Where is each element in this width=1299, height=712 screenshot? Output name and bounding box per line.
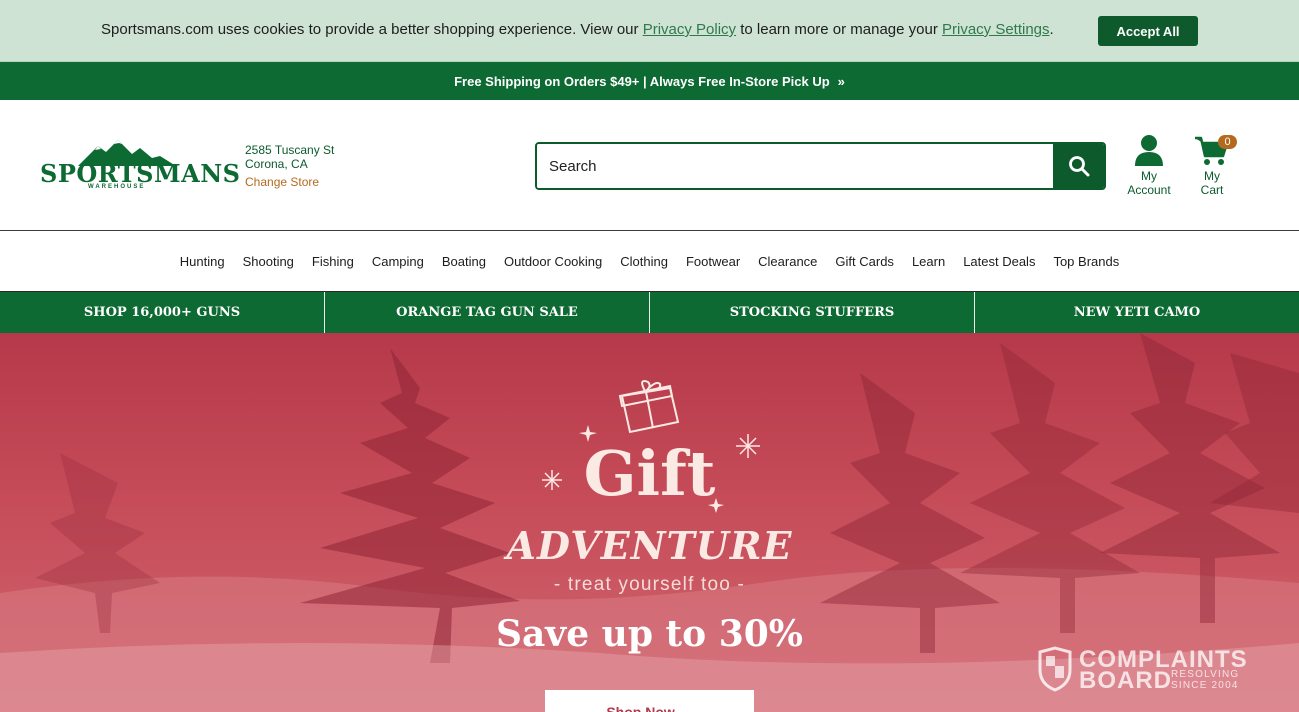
category-yeti-camo[interactable]: NEW YETI CAMO <box>975 292 1299 333</box>
store-info: 2585 Tuscany St Corona, CA Change Store <box>245 143 334 189</box>
privacy-policy-link[interactable]: Privacy Policy <box>643 21 736 38</box>
nav-item-footwear[interactable]: Footwear <box>677 254 749 269</box>
nav-item-outdoor-cooking[interactable]: Outdoor Cooking <box>495 254 611 269</box>
double-chevron-right-icon: » <box>837 73 845 89</box>
nav-item-camping[interactable]: Camping <box>363 254 433 269</box>
nav-item-hunting[interactable]: Hunting <box>171 254 234 269</box>
nav-item-shooting[interactable]: Shooting <box>234 254 303 269</box>
watermark-side2: SINCE 2004 <box>1171 680 1239 691</box>
watermark-side1: RESOLVING <box>1171 669 1240 680</box>
category-orange-tag-sale[interactable]: ORANGE TAG GUN SALE <box>325 292 650 333</box>
nav-item-clearance[interactable]: Clearance <box>749 254 826 269</box>
search-button[interactable] <box>1053 144 1104 188</box>
category-shop-guns[interactable]: SHOP 16,000+ GUNS <box>0 292 325 333</box>
nav-item-gift-cards[interactable]: Gift Cards <box>826 254 903 269</box>
promo-bar[interactable]: Free Shipping on Orders $49+ | Always Fr… <box>0 62 1299 100</box>
nav-item-fishing[interactable]: Fishing <box>303 254 363 269</box>
my-account-link[interactable]: My Account <box>1122 134 1176 197</box>
nav-item-learn[interactable]: Learn <box>903 254 954 269</box>
store-city: Corona, CA <box>245 157 308 171</box>
user-icon <box>1135 135 1163 166</box>
account-label-line1: My <box>1141 169 1157 183</box>
cart-count-badge: 0 <box>1218 135 1237 149</box>
main-nav: Hunting Shooting Fishing Camping Boating… <box>0 232 1299 292</box>
logo[interactable]: SPORTSMANS WAREHOUSE <box>40 138 240 194</box>
watermark-tagline: RESOLVING SINCE 2004 <box>1171 669 1239 691</box>
privacy-settings-link[interactable]: Privacy Settings <box>942 21 1050 38</box>
hero-tagline: - treat yourself too - <box>553 574 746 595</box>
logo-subtitle: WAREHOUSE <box>88 184 146 190</box>
search-input[interactable] <box>537 144 1055 188</box>
nav-item-latest-deals[interactable]: Latest Deals <box>954 254 1044 269</box>
my-cart-link[interactable]: 0 My Cart <box>1188 134 1237 197</box>
account-label-line2: Account <box>1127 183 1171 197</box>
cookie-banner: Sportsmans.com uses cookies to provide a… <box>0 0 1299 62</box>
cart-label-line1: My <box>1204 169 1220 183</box>
category-bar: SHOP 16,000+ GUNS ORANGE TAG GUN SALE ST… <box>0 292 1299 333</box>
store-street: 2585 Tuscany St <box>245 143 335 157</box>
site-header: SPORTSMANS WAREHOUSE 2585 Tuscany St Cor… <box>0 100 1299 231</box>
cookie-message: Sportsmans.com uses cookies to provide a… <box>101 21 1054 38</box>
promo-text: Free Shipping on Orders $49+ | Always Fr… <box>454 73 830 89</box>
gift-box-icon <box>618 380 680 434</box>
cookie-text-middle: to learn more or manage your <box>736 21 942 38</box>
cookie-text-start: Sportsmans.com uses cookies to provide a… <box>101 21 643 38</box>
change-store-link[interactable]: Change Store <box>245 175 334 189</box>
search-bar <box>535 142 1106 190</box>
hero-title-gift: Gift <box>583 437 716 510</box>
search-icon <box>1068 156 1089 177</box>
nav-item-clothing[interactable]: Clothing <box>611 254 677 269</box>
hero-banner[interactable]: Gift ADVENTURE - treat yourself too - Sa… <box>0 333 1299 712</box>
category-stocking-stuffers[interactable]: STOCKING STUFFERS <box>650 292 975 333</box>
complaints-board-watermark: COMPLAINTS BOARD RESOLVING SINCE 2004 <box>1037 646 1257 696</box>
nav-item-boating[interactable]: Boating <box>433 254 495 269</box>
nav-item-top-brands[interactable]: Top Brands <box>1044 254 1128 269</box>
watermark-line2: BOARD <box>1079 667 1172 694</box>
accept-all-button[interactable]: Accept All <box>1098 16 1198 46</box>
shop-now-button[interactable]: Shop Now → <box>545 690 754 712</box>
cart-label-line2: Cart <box>1200 183 1224 197</box>
cookie-text-end: . <box>1049 21 1054 38</box>
hero-title-adventure: ADVENTURE <box>506 523 793 568</box>
